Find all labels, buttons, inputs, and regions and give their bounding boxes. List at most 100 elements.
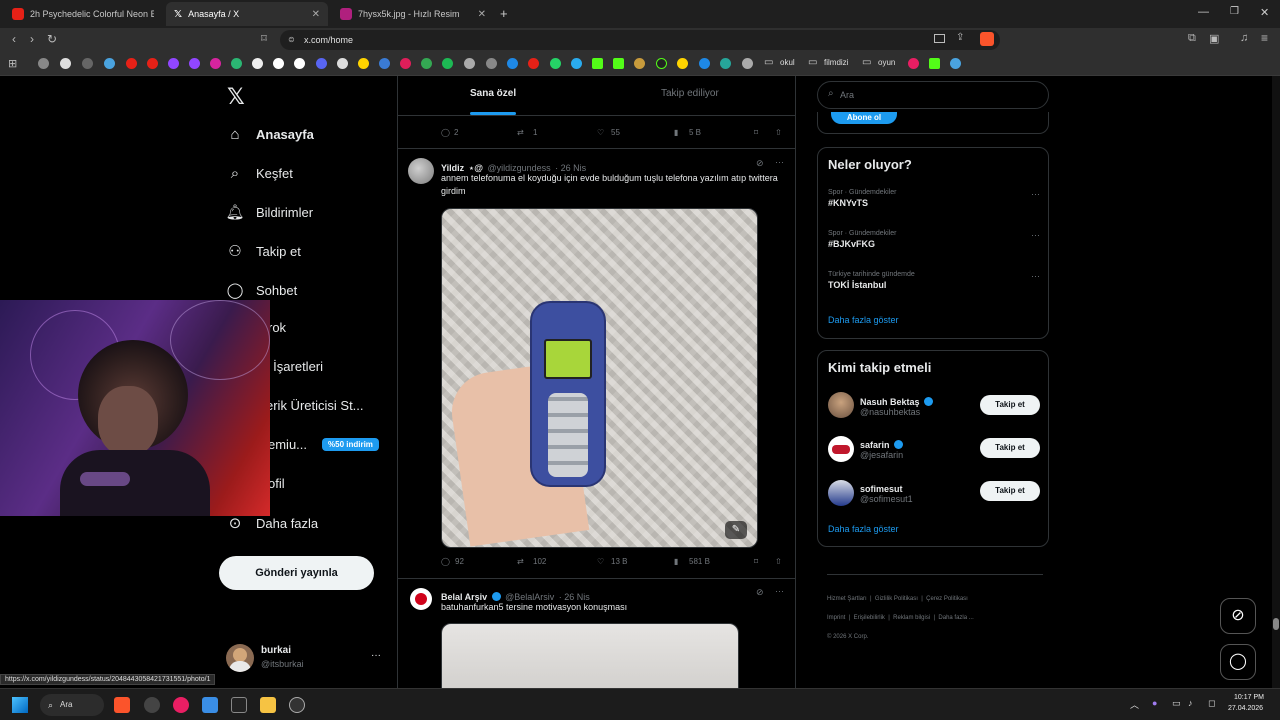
bookmark-icon[interactable] — [507, 58, 518, 69]
app-taskbar-icon[interactable] — [289, 697, 305, 713]
bookmark-icon[interactable] — [38, 58, 49, 69]
subscribe-button[interactable]: Abone ol — [831, 112, 897, 124]
photos-taskbar-icon[interactable] — [202, 697, 218, 713]
mic-icon[interactable]: ● — [1152, 698, 1157, 708]
media-player-taskbar-icon[interactable] — [173, 697, 189, 713]
bookmark-icon[interactable] — [379, 58, 390, 69]
like-icon[interactable]: ♡ — [597, 557, 604, 566]
footer-link[interactable]: Gizlilik Politikası — [875, 596, 918, 602]
search-input[interactable]: Ara — [840, 90, 854, 100]
x-logo-icon[interactable]: 𝕏 — [227, 84, 245, 110]
minimize-icon[interactable]: — — [1198, 6, 1209, 18]
tiktok-icon[interactable] — [294, 58, 305, 69]
bookmark-page-icon[interactable]: ⌑ — [256, 32, 272, 45]
kick-icon[interactable] — [929, 58, 940, 69]
repost-icon[interactable]: ⇄ — [517, 128, 524, 137]
account-menu-icon[interactable]: ··· — [371, 650, 381, 661]
x-bookmark-icon[interactable] — [252, 58, 263, 69]
post-button[interactable]: Gönderi yayınla — [219, 556, 374, 590]
grok-icon[interactable]: ⊘ — [756, 587, 764, 598]
media-icon[interactable]: ♫ — [1240, 32, 1248, 44]
sidebar-item-more[interactable]: ⊙ Daha fazla — [226, 514, 318, 532]
bookmark-icon[interactable] — [358, 58, 369, 69]
follow-button[interactable]: Takip et — [980, 438, 1040, 458]
url-bar[interactable]: ⊜ x.com/home — [280, 30, 1000, 50]
app-taskbar-icon[interactable] — [144, 697, 160, 713]
trend-item[interactable]: Spor · Gündemdekiler #KNYvTS ··· — [828, 189, 1040, 208]
bookmark-icon[interactable] — [656, 58, 667, 69]
close-tab-icon[interactable]: ✕ — [478, 9, 486, 20]
brave-taskbar-icon[interactable] — [114, 697, 130, 713]
youtube-icon[interactable] — [147, 58, 158, 69]
new-tab-icon[interactable]: + — [500, 6, 508, 21]
cast-icon[interactable] — [934, 34, 945, 43]
footer-link[interactable]: Erişilebilirlik — [854, 615, 885, 621]
more-options-icon[interactable]: ··· — [1031, 271, 1040, 281]
messages-floating-icon[interactable]: ◯ — [1220, 644, 1256, 680]
scrollbar[interactable] — [1272, 76, 1280, 688]
twitch-icon[interactable] — [189, 58, 200, 69]
avatar[interactable] — [828, 480, 854, 506]
footer-link[interactable]: Reklam bilgisi — [893, 615, 930, 621]
image-edit-icon[interactable]: ✎ — [725, 521, 747, 539]
trend-item[interactable]: Spor · Gündemdekiler #BJKvFKG ··· — [828, 230, 1040, 249]
sidebar-item-chat[interactable]: ◯ Sohbet — [226, 281, 298, 299]
avatar[interactable] — [828, 436, 854, 462]
spotify-icon[interactable] — [442, 58, 453, 69]
grok-icon[interactable]: ⊘ — [756, 158, 764, 169]
sidebar-item-explore[interactable]: ⌕ Keşfet — [226, 164, 293, 182]
bookmark-icon[interactable] — [400, 58, 411, 69]
bookmark-folder-okul[interactable]: okul — [780, 58, 795, 67]
more-options-icon[interactable]: ··· — [1031, 230, 1040, 240]
sidebar-item-creator-studio[interactable]: erik Üreticisi St... — [258, 398, 364, 413]
avatar[interactable] — [226, 644, 254, 672]
discord-icon[interactable] — [316, 58, 327, 69]
close-window-icon[interactable]: ✕ — [1260, 6, 1269, 19]
reply-icon[interactable]: ◯ — [441, 557, 450, 566]
bookmark-icon[interactable] — [950, 58, 961, 69]
more-options-icon[interactable]: ··· — [775, 586, 784, 596]
telegram-icon[interactable] — [571, 58, 582, 69]
follow-button[interactable]: Takip et — [980, 481, 1040, 501]
wallet-icon[interactable]: ▣ — [1209, 32, 1219, 45]
sidebar-item-home[interactable]: ⌂ Anasayfa — [226, 125, 313, 143]
avatar[interactable] — [828, 392, 854, 418]
share-icon[interactable]: ⇧ — [775, 128, 782, 137]
bookmark-icon[interactable] — [677, 58, 688, 69]
instagram-icon[interactable] — [210, 58, 221, 69]
app-taskbar-icon[interactable] — [231, 697, 247, 713]
bookmark-icon[interactable] — [742, 58, 753, 69]
notification-icon[interactable]: ◻ — [1208, 698, 1215, 709]
bookmark-icon[interactable] — [464, 58, 475, 69]
close-tab-icon[interactable]: ✕ — [312, 9, 320, 20]
taskbar-search[interactable]: ⌕ Ara — [40, 694, 104, 716]
clock-time[interactable]: 10:17 PM — [1234, 694, 1264, 701]
more-options-icon[interactable]: ··· — [775, 157, 784, 167]
kick-icon[interactable] — [592, 58, 603, 69]
brave-shield-icon[interactable] — [980, 32, 994, 46]
more-options-icon[interactable]: ··· — [1031, 189, 1040, 199]
volume-icon[interactable]: ♪ — [1188, 698, 1193, 708]
reload-icon[interactable]: ↻ — [44, 32, 60, 46]
tweet-video[interactable] — [441, 623, 739, 688]
tab-for-you[interactable]: Sana özel — [470, 88, 516, 99]
sidebar-item-follow[interactable]: ⚇ Takip et — [226, 242, 301, 260]
footer-link[interactable]: Imprint — [827, 615, 845, 621]
file-explorer-icon[interactable] — [260, 697, 276, 713]
bookmark-icon[interactable] — [528, 58, 539, 69]
menu-icon[interactable]: ≡ — [1261, 31, 1268, 45]
google-icon[interactable] — [60, 58, 71, 69]
share-icon[interactable]: ⇪ — [956, 32, 964, 43]
tweet-photo[interactable]: ✎ — [441, 208, 758, 548]
footer-link[interactable]: Çerez Politikası — [926, 596, 968, 602]
bookmark-folder-oyun[interactable]: oyun — [878, 58, 895, 67]
bookmark-icon[interactable] — [634, 58, 645, 69]
share-icon[interactable]: ⇧ — [775, 557, 782, 566]
clock-date[interactable]: 27.04.2026 — [1228, 705, 1263, 712]
footer-link[interactable]: Hizmet Şartları — [827, 596, 867, 602]
extensions-icon[interactable]: ⧉ — [1188, 32, 1196, 45]
youtube-icon[interactable] — [126, 58, 137, 69]
avatar[interactable] — [410, 588, 432, 610]
show-more-trends-link[interactable]: Daha fazla göster — [828, 315, 899, 325]
follow-button[interactable]: Takip et — [980, 395, 1040, 415]
